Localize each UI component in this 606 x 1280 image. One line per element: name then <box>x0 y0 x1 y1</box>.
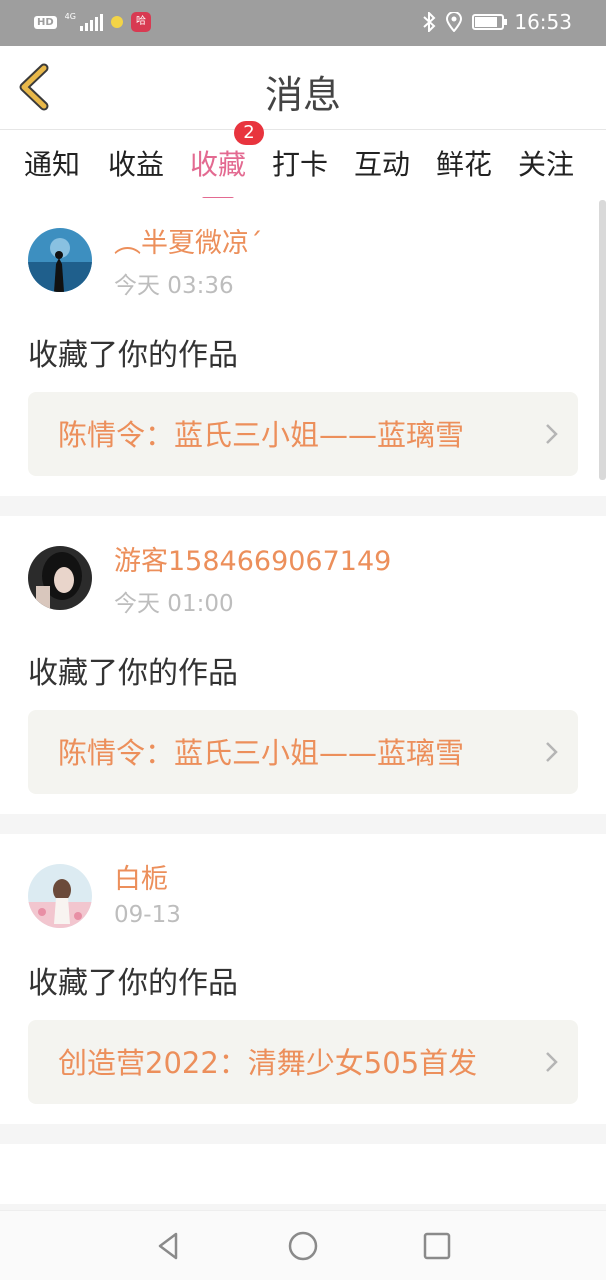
bluetooth-icon <box>423 12 436 32</box>
tab-following[interactable]: 关注 <box>518 143 574 183</box>
location-icon <box>446 12 463 32</box>
work-link[interactable]: 陈情令：蓝氏三小姐——蓝璃雪 <box>28 710 578 794</box>
work-link[interactable]: 创造营2022：清舞少女505首发 <box>28 1020 578 1104</box>
message-card: 白栀 09-13 收藏了你的作品 创造营2022：清舞少女505首发 <box>0 834 606 1124</box>
chevron-right-icon <box>546 424 558 444</box>
nav-home-icon[interactable] <box>286 1229 320 1263</box>
status-bar: HD 4G 哈 16:53 <box>0 0 606 46</box>
username[interactable]: 游客1584669067149 <box>114 544 578 580</box>
tab-interactions[interactable]: 互动 <box>354 143 410 183</box>
timestamp: 今天 01:00 <box>114 591 234 617</box>
notification-icon <box>110 16 123 28</box>
scrollbar[interactable] <box>599 200 606 480</box>
avatar[interactable] <box>28 864 92 928</box>
work-title: 陈情令：蓝氏三小姐——蓝璃雪 <box>58 418 465 452</box>
action-text: 收藏了你的作品 <box>28 966 238 1001</box>
tab-earnings[interactable]: 收益 <box>108 143 164 183</box>
avatar[interactable] <box>28 228 92 292</box>
favorites-count-badge: 2 <box>234 121 265 145</box>
system-nav-bar <box>0 1210 606 1280</box>
clock: 16:53 <box>514 10 572 34</box>
signal-icon: 4G <box>65 13 103 31</box>
chevron-right-icon <box>546 742 558 762</box>
nav-recents-icon[interactable] <box>420 1229 454 1263</box>
chevron-right-icon <box>546 1052 558 1072</box>
action-text: 收藏了你的作品 <box>28 656 238 691</box>
app-notification-icon: 哈 <box>130 12 151 32</box>
tab-flowers[interactable]: 鲜花 <box>436 143 492 183</box>
message-card: 游客1584669067149 今天 01:00 收藏了你的作品 陈情令：蓝氏三… <box>0 516 606 814</box>
tab-bar: 通知 收益 收藏 2 打卡 互动 鲜花 关注 <box>0 121 606 201</box>
timestamp: 今天 03:36 <box>114 273 234 299</box>
tab-notifications[interactable]: 通知 <box>24 143 80 183</box>
work-link[interactable]: 陈情令：蓝氏三小姐——蓝璃雪 <box>28 392 578 476</box>
work-title: 创造营2022：清舞少女505首发 <box>58 1046 478 1080</box>
username[interactable]: 白栀 <box>114 862 578 898</box>
avatar[interactable] <box>28 546 92 610</box>
page-title: 消息 <box>264 73 341 117</box>
tab-checkin[interactable]: 打卡 <box>272 143 328 183</box>
message-card-partial <box>0 1144 606 1204</box>
timestamp: 09-13 <box>114 902 181 928</box>
battery-icon <box>472 14 508 30</box>
tab-favorites[interactable]: 收藏 2 <box>190 121 265 201</box>
hd-indicator: HD <box>34 15 57 29</box>
action-text: 收藏了你的作品 <box>28 338 238 373</box>
header: 消息 <box>0 46 606 130</box>
message-list: ︵半夏微凉´ 今天 03:36 收藏了你的作品 陈情令：蓝氏三小姐——蓝璃雪 游… <box>0 198 606 1210</box>
username[interactable]: ︵半夏微凉´ <box>114 226 578 262</box>
message-card: ︵半夏微凉´ 今天 03:36 收藏了你的作品 陈情令：蓝氏三小姐——蓝璃雪 <box>0 198 606 496</box>
nav-back-icon[interactable] <box>152 1229 186 1263</box>
work-title: 陈情令：蓝氏三小姐——蓝璃雪 <box>58 736 465 770</box>
